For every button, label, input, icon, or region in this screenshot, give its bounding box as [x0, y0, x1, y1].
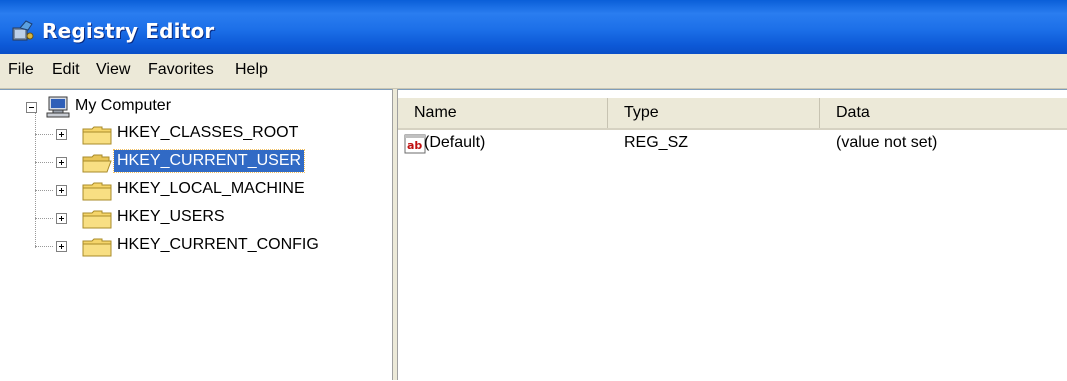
- expand-toggle[interactable]: [56, 129, 67, 140]
- tree-item-hkey-current-config[interactable]: HKEY_CURRENT_CONFIG: [0, 234, 392, 260]
- window-title: Registry Editor: [42, 19, 215, 43]
- expand-toggle[interactable]: [56, 213, 67, 224]
- tree-item-hkey-local-machine[interactable]: HKEY_LOCAL_MACHINE: [0, 178, 392, 204]
- tree-label: HKEY_USERS: [117, 208, 225, 225]
- tree-label-my-computer: My Computer: [75, 97, 172, 114]
- expand-toggle[interactable]: [56, 241, 67, 252]
- folder-icon: [82, 182, 112, 201]
- folder-icon: [82, 210, 112, 229]
- computer-icon: [46, 96, 70, 118]
- menu-help[interactable]: Help: [235, 61, 268, 79]
- list-item[interactable]: ab (Default) REG_SZ (value not set): [398, 132, 1067, 158]
- tree-label: HKEY_CURRENT_USER: [112, 149, 306, 173]
- menu-edit[interactable]: Edit: [52, 61, 80, 79]
- expand-toggle[interactable]: [56, 185, 67, 196]
- value-name: (Default): [424, 134, 486, 151]
- column-header-type[interactable]: Type: [608, 98, 820, 128]
- svg-text:ab: ab: [407, 139, 422, 152]
- column-header-data[interactable]: Data: [820, 98, 1067, 128]
- list-header: Name Type Data: [398, 98, 1067, 130]
- collapse-toggle[interactable]: [26, 102, 37, 113]
- tree-label: HKEY_LOCAL_MACHINE: [117, 180, 305, 197]
- string-value-icon: ab: [404, 134, 426, 154]
- folder-icon: [82, 238, 112, 257]
- tree-label: HKEY_CLASSES_ROOT: [117, 124, 299, 141]
- key-tree-pane[interactable]: My Computer HKEY_CLASSES_ROOT HKEY_CURRE…: [0, 89, 392, 381]
- values-list-pane[interactable]: Name Type Data ab (Default) REG_SZ (valu…: [398, 89, 1067, 381]
- title-bar[interactable]: Registry Editor: [0, 0, 1067, 54]
- folder-icon: [82, 126, 112, 145]
- menu-view[interactable]: View: [96, 61, 130, 79]
- tree-label: HKEY_CURRENT_CONFIG: [117, 236, 319, 253]
- column-header-name[interactable]: Name: [398, 98, 608, 128]
- value-type: REG_SZ: [624, 134, 689, 151]
- tree-item-hkey-classes-root[interactable]: HKEY_CLASSES_ROOT: [0, 122, 392, 148]
- menu-favorites[interactable]: Favorites: [148, 61, 214, 79]
- registry-editor-icon: [12, 20, 34, 41]
- expand-toggle[interactable]: [56, 157, 67, 168]
- folder-open-icon: [82, 154, 112, 173]
- tree-item-my-computer[interactable]: My Computer: [0, 94, 392, 120]
- tree-item-hkey-current-user[interactable]: HKEY_CURRENT_USER: [0, 149, 392, 176]
- menu-bar: File Edit View Favorites Help: [0, 54, 1067, 89]
- menu-file[interactable]: File: [8, 61, 34, 79]
- value-data: (value not set): [836, 134, 938, 151]
- tree-item-hkey-users[interactable]: HKEY_USERS: [0, 206, 392, 232]
